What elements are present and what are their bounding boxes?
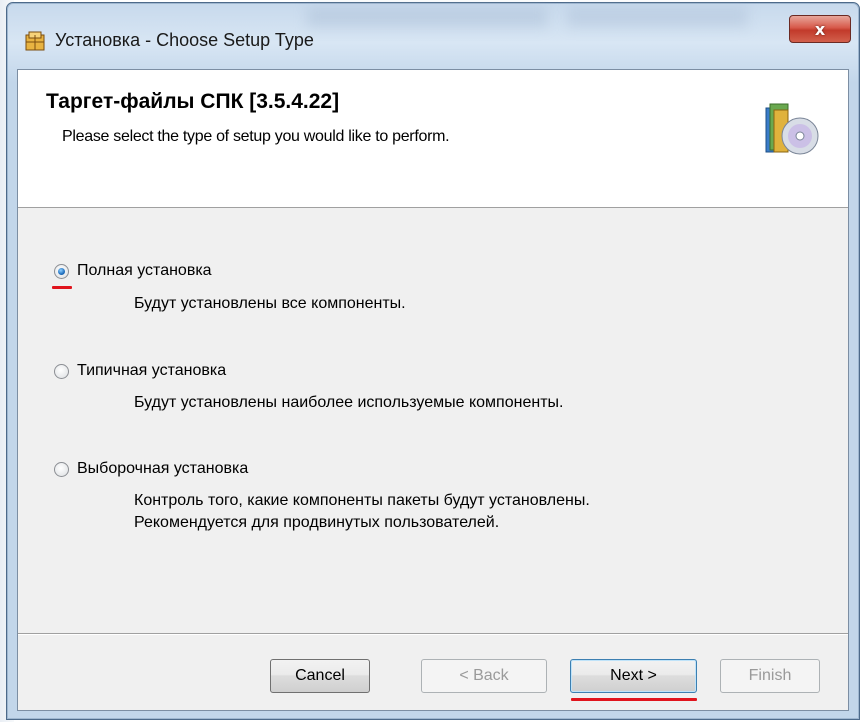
dialog-body: Таргет-файлы СПК [3.5.4.22] Please selec… — [17, 69, 849, 711]
setup-window: Установка - Choose Setup Type x Таргет-ф… — [6, 2, 860, 720]
annotation-underline — [571, 698, 697, 701]
option-description: Будут установлены наиболее используемые … — [134, 394, 564, 411]
option-label: Типичная установка — [77, 362, 227, 379]
option-description: Будут установлены все компоненты. — [134, 295, 406, 312]
product-title: Таргет-файлы СПК [3.5.4.22] — [46, 90, 340, 113]
finish-button[interactable]: Finish — [720, 659, 820, 693]
titlebar-background-blur — [307, 7, 547, 27]
setup-disc-icon — [765, 103, 819, 155]
radio-full-install[interactable] — [54, 263, 69, 279]
back-button[interactable]: < Back — [421, 659, 547, 693]
titlebar-background-blur — [567, 7, 747, 27]
header-subtitle: Please select the type of setup you woul… — [62, 128, 450, 145]
option-typical-install[interactable]: Типичная установка — [54, 362, 226, 380]
option-label: Полная установка — [77, 262, 212, 279]
close-icon: x — [814, 19, 826, 39]
installer-app-icon — [25, 31, 45, 51]
dialog-header: Таргет-файлы СПК [3.5.4.22] Please selec… — [18, 70, 848, 208]
footer-divider — [18, 633, 848, 635]
cancel-button[interactable]: Cancel — [270, 659, 370, 693]
radio-custom-install[interactable] — [54, 461, 69, 477]
title-bar[interactable]: Установка - Choose Setup Type x — [7, 3, 859, 73]
option-full-install[interactable]: Полная установка — [54, 262, 212, 280]
option-description: Рекомендуется для продвинутых пользовате… — [134, 514, 500, 531]
option-custom-install[interactable]: Выборочная установка — [54, 460, 248, 478]
next-button[interactable]: Next > — [570, 659, 697, 693]
radio-typical-install[interactable] — [54, 363, 69, 379]
window-title: Установка - Choose Setup Type — [55, 30, 314, 50]
option-description: Контроль того, какие компоненты пакеты б… — [134, 492, 590, 509]
option-label: Выборочная установка — [77, 460, 249, 477]
annotation-underline — [52, 286, 72, 289]
close-button[interactable]: x — [789, 15, 851, 43]
